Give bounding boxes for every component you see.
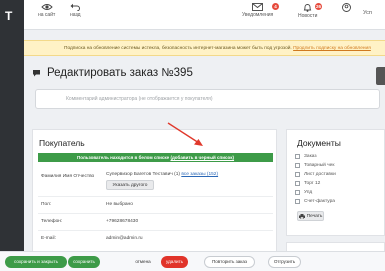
news-badge: 26 <box>315 3 322 10</box>
document-checkbox-receipt[interactable]: Товарный чек <box>295 163 334 168</box>
document-label: Упд <box>304 190 313 195</box>
documents-panel: Документы Заказ Товарный чек Лист достав… <box>286 129 385 236</box>
envelope-icon <box>252 3 264 11</box>
news-label: Новости <box>298 13 318 19</box>
specify-other-button[interactable]: Указать другого <box>106 180 154 190</box>
bottom-action-bar: сохранить и закрыть сохранить отмена уда… <box>0 251 385 271</box>
user-icon <box>342 3 351 12</box>
print-button[interactable]: Печать <box>297 211 324 221</box>
admin-comment-placeholder: Комментарий администратора (не отображае… <box>66 96 213 102</box>
document-label: Счет-фактура <box>304 199 335 204</box>
ship-button[interactable]: Отгрузить <box>268 256 301 268</box>
document-checkbox-delivery[interactable]: Лист доставки <box>295 172 336 177</box>
checkbox[interactable] <box>295 172 300 177</box>
save-and-close-button[interactable]: сохранить и закрыть <box>5 256 67 268</box>
page-title: Редактировать заказ №395 <box>47 67 193 79</box>
print-label: Печать <box>306 213 323 219</box>
add-to-blacklist-link[interactable]: (добавить в черный список) <box>170 155 234 160</box>
fio-value-row: Супервизор Багетов Теставич (1) все зака… <box>106 172 218 177</box>
logo[interactable]: T <box>5 9 12 23</box>
phone-label: Телефон: <box>41 219 63 224</box>
document-label: Лист доставки <box>304 172 336 177</box>
eye-icon <box>41 4 53 10</box>
divider <box>38 196 273 197</box>
fio-value: Супервизор Багетов Теставич (1) <box>106 172 180 177</box>
undo-button[interactable]: назд <box>70 3 81 18</box>
repeat-order-button[interactable]: Повторить заказ <box>204 256 255 268</box>
fio-label: Фамилия Имя Отчество <box>41 174 95 179</box>
undo-label: назд <box>70 12 81 18</box>
top-bar: на сайт назд 4 Уведомления 26 Новости Ус… <box>24 0 385 30</box>
checkbox[interactable] <box>295 163 300 168</box>
news-button[interactable]: 26 Новости <box>298 3 322 19</box>
checkbox[interactable] <box>295 199 300 204</box>
notifications-button[interactable]: 4 Уведомления <box>242 3 279 18</box>
divider <box>38 213 273 214</box>
document-checkbox-torg12[interactable]: Торг 12 <box>295 181 320 186</box>
phone-value[interactable]: +79628678430 <box>106 219 138 224</box>
undo-icon <box>70 3 81 11</box>
document-label: Торг 12 <box>304 181 321 186</box>
sidebar: T <box>0 0 24 271</box>
email-label: E-mail: <box>41 236 56 241</box>
save-button[interactable]: сохранить <box>68 256 100 268</box>
admin-comment-input[interactable]: Комментарий администратора (не отображае… <box>35 89 380 109</box>
email-value[interactable]: admin@admin.ru <box>106 236 143 241</box>
documents-panel-title: Документы <box>297 138 341 148</box>
sex-value[interactable]: Не выбрано <box>106 202 133 207</box>
document-checkbox-order[interactable]: Заказ <box>295 154 317 159</box>
subscription-warning-banner: Подписка на обновление системы истекла, … <box>24 40 385 56</box>
customer-panel: Покупатель Пользователь находится в бело… <box>32 129 277 271</box>
whitelist-status-bar: Пользователь находится в белом списке (д… <box>38 153 273 162</box>
user-menu[interactable] <box>342 3 351 12</box>
sex-label: Пол: <box>41 202 52 207</box>
bell-icon <box>303 4 312 12</box>
document-label: Товарный чек <box>304 163 335 168</box>
page-header: Редактировать заказ №395 <box>32 67 193 79</box>
view-site-label: на сайт <box>38 12 56 18</box>
printer-icon <box>298 213 305 219</box>
all-orders-link[interactable]: все заказы (152) <box>181 172 218 177</box>
banner-text: Подписка на обновление системы истекла, … <box>64 46 292 51</box>
customer-panel-title: Покупатель <box>39 138 85 148</box>
comment-icon[interactable] <box>32 69 41 77</box>
document-checkbox-invoice[interactable]: Счет-фактура <box>295 199 335 204</box>
divider <box>38 230 273 231</box>
notifications-badge: 4 <box>272 3 279 10</box>
document-label: Заказ <box>304 154 317 159</box>
checkbox[interactable] <box>295 154 300 159</box>
delete-button[interactable]: удалить <box>161 256 188 268</box>
checkbox[interactable] <box>295 181 300 186</box>
cancel-button[interactable]: отмена <box>130 256 156 268</box>
checkbox[interactable] <box>295 190 300 195</box>
whitelist-text: Пользователь находится в белом списке <box>76 155 170 160</box>
view-site-button[interactable]: на сайт <box>38 3 55 18</box>
actions-toggle-button[interactable] <box>376 67 385 85</box>
user-name[interactable]: Усп <box>363 10 372 16</box>
notifications-label: Уведомления <box>242 12 274 18</box>
renew-subscription-link[interactable]: Продлить подписку на обновления <box>293 46 371 51</box>
document-checkbox-upd[interactable]: Упд <box>295 190 312 195</box>
